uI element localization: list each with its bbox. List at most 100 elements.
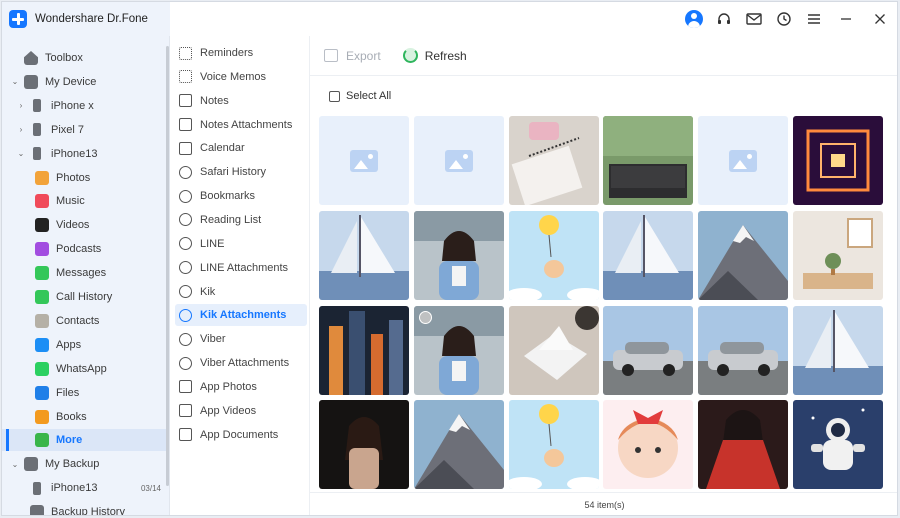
thumbnail-astronaut-photo[interactable]	[793, 400, 883, 490]
chat-icon	[179, 237, 192, 251]
thumbnail-placeholder[interactable]	[698, 116, 789, 205]
sidebar-item-my-backup[interactable]: ⌄ My Backup	[2, 453, 167, 475]
whatsapp-icon	[35, 361, 49, 376]
select-radio-icon[interactable]	[418, 310, 432, 324]
expand-caret-icon[interactable]: ⌄	[10, 77, 20, 86]
sidebar-item-iphone-x[interactable]: › iPhone x	[2, 95, 167, 117]
thumbnail-silver-car-photo[interactable]	[603, 305, 694, 395]
sidebar-item-podcasts[interactable]: Podcasts	[2, 238, 167, 260]
category-item-kik[interactable]: Kik	[175, 281, 307, 303]
category-item-bookmarks[interactable]: Bookmarks	[175, 185, 307, 207]
sidebar-item-label: My Device	[45, 75, 97, 88]
sidebar-item-messages[interactable]: Messages	[2, 262, 167, 284]
category-item-line[interactable]: LINE	[175, 233, 307, 255]
sidebar-item-apps[interactable]: Apps	[2, 334, 167, 356]
expand-caret-icon[interactable]: ⌄	[16, 149, 26, 158]
headset-support-icon[interactable]	[709, 2, 739, 36]
category-item-reminders[interactable]: Reminders	[175, 42, 307, 64]
category-item-notes-attachments[interactable]: Notes Attachments	[175, 114, 307, 136]
category-item-label: Reading List	[200, 213, 262, 226]
thumbnail-neon-corridor-photo[interactable]	[793, 116, 883, 205]
category-item-label: Voice Memos	[200, 70, 267, 83]
appstore-icon	[35, 337, 49, 352]
select-all-control[interactable]: Select All	[329, 90, 391, 102]
menu-list-icon[interactable]	[799, 2, 829, 36]
calendar-icon	[179, 141, 192, 155]
sidebar-item-call-history[interactable]: Call History	[2, 286, 167, 308]
category-item-reading-list[interactable]: Reading List	[175, 209, 307, 231]
thumbnail-room-interior-photo[interactable]	[793, 210, 883, 300]
category-item-safari-history[interactable]: Safari History	[175, 161, 307, 183]
sidebar-item-label: Pixel 7	[51, 123, 85, 136]
thumbnail-red-dress-illustration[interactable]	[698, 400, 789, 490]
category-item-calendar[interactable]: Calendar	[175, 137, 307, 159]
sidebar-scrollbar[interactable]	[166, 46, 169, 486]
thumbnail-sailboat-photo[interactable]	[603, 210, 694, 300]
account-icon[interactable]	[679, 2, 709, 36]
compass-icon	[179, 189, 192, 203]
thumbnail-snow-mountain-photo[interactable]	[413, 400, 504, 490]
close-icon[interactable]	[863, 2, 897, 36]
thumbnail-laptop-photo[interactable]	[603, 116, 694, 205]
sidebar-item-books[interactable]: Books	[2, 406, 167, 428]
sidebar: Toolbox ⌄ My Device › iPhone x › Pixel 7 ⌄ iPhon…	[2, 36, 170, 516]
minimize-icon[interactable]	[829, 2, 863, 36]
sidebar-item-iphone13[interactable]: iPhone13 03/14	[2, 477, 167, 499]
sidebar-item-videos[interactable]: Videos	[2, 214, 167, 236]
thumbnail-cartoon-girl-illustration[interactable]	[603, 400, 694, 490]
sidebar-item-contacts[interactable]: Contacts	[2, 310, 167, 332]
category-item-viber-attachments[interactable]: Viber Attachments	[175, 352, 307, 374]
thumbnail-placeholder[interactable]	[413, 116, 504, 205]
photos-icon	[35, 170, 49, 185]
messages-icon	[35, 266, 49, 281]
expand-caret-icon[interactable]: ⌄	[10, 460, 20, 469]
thumbnail-silver-car-photo[interactable]	[698, 305, 789, 395]
mail-icon[interactable]	[739, 2, 769, 36]
category-item-label: Kik	[200, 285, 216, 298]
thumbnail-tissue-box-photo[interactable]	[508, 305, 599, 395]
sidebar-item-backup-history[interactable]: Backup History	[2, 501, 167, 516]
export-button[interactable]: Export	[324, 49, 381, 63]
category-item-label: App Videos	[200, 404, 257, 417]
category-item-app-photos[interactable]: App Photos	[175, 376, 307, 398]
thumbnail-girl-portrait-photo[interactable]	[413, 210, 504, 300]
thumbnail-balloon-dog-illustration[interactable]	[508, 210, 599, 300]
history-clock-icon[interactable]	[769, 2, 799, 36]
refresh-button[interactable]: Refresh	[402, 48, 467, 63]
sidebar-item-more[interactable]: More	[2, 429, 167, 452]
select-all-checkbox[interactable]	[329, 90, 340, 102]
sidebar-item-label: My Backup	[45, 458, 100, 471]
thumbnail-girl-portrait-photo[interactable]	[413, 305, 504, 395]
sidebar-item-label: Backup History	[51, 506, 125, 516]
thumbnail-placeholder[interactable]	[319, 116, 409, 205]
sidebar-item-whatsapp[interactable]: WhatsApp	[2, 358, 167, 380]
thumbnail-city-night-photo[interactable]	[319, 305, 409, 395]
category-item-viber[interactable]: Viber	[175, 328, 307, 350]
sidebar-item-files[interactable]: Files	[2, 382, 167, 404]
thumbnail-snow-mountain-photo[interactable]	[698, 210, 789, 300]
compass-icon	[179, 213, 192, 227]
chat-icon	[179, 261, 192, 275]
collapse-caret-icon[interactable]: ›	[16, 101, 26, 110]
thumbnail-balloon-dog-illustration[interactable]	[508, 400, 599, 490]
sidebar-item-music[interactable]: Music	[2, 190, 167, 212]
category-item-line-attachments[interactable]: LINE Attachments	[175, 257, 307, 279]
thumbnail-sailboat-photo[interactable]	[319, 210, 409, 300]
category-item-notes[interactable]: Notes	[175, 90, 307, 112]
sidebar-item-toolbox[interactable]: Toolbox	[2, 47, 167, 69]
files-icon	[35, 385, 49, 400]
category-item-kik-attachments[interactable]: Kik Attachments	[175, 304, 307, 327]
thumbnail-sailboat-photo[interactable]	[793, 305, 883, 395]
sidebar-item-label: Toolbox	[45, 52, 83, 64]
category-item-voice-memos[interactable]: Voice Memos	[175, 66, 307, 88]
thumbnail-woman-dark-portrait-photo[interactable]	[319, 400, 409, 490]
chat-icon	[179, 308, 192, 322]
sidebar-item-photos[interactable]: Photos	[2, 167, 167, 189]
sidebar-item-my-device[interactable]: ⌄ My Device	[2, 71, 167, 93]
sidebar-item-pixel-7[interactable]: › Pixel 7	[2, 119, 167, 141]
thumbnail-notebook-photo[interactable]	[508, 116, 599, 205]
category-item-app-documents[interactable]: App Documents	[175, 424, 307, 446]
sidebar-item-iphone13[interactable]: ⌄ iPhone13	[2, 143, 167, 165]
collapse-caret-icon[interactable]: ›	[16, 125, 26, 134]
category-item-app-videos[interactable]: App Videos	[175, 400, 307, 422]
